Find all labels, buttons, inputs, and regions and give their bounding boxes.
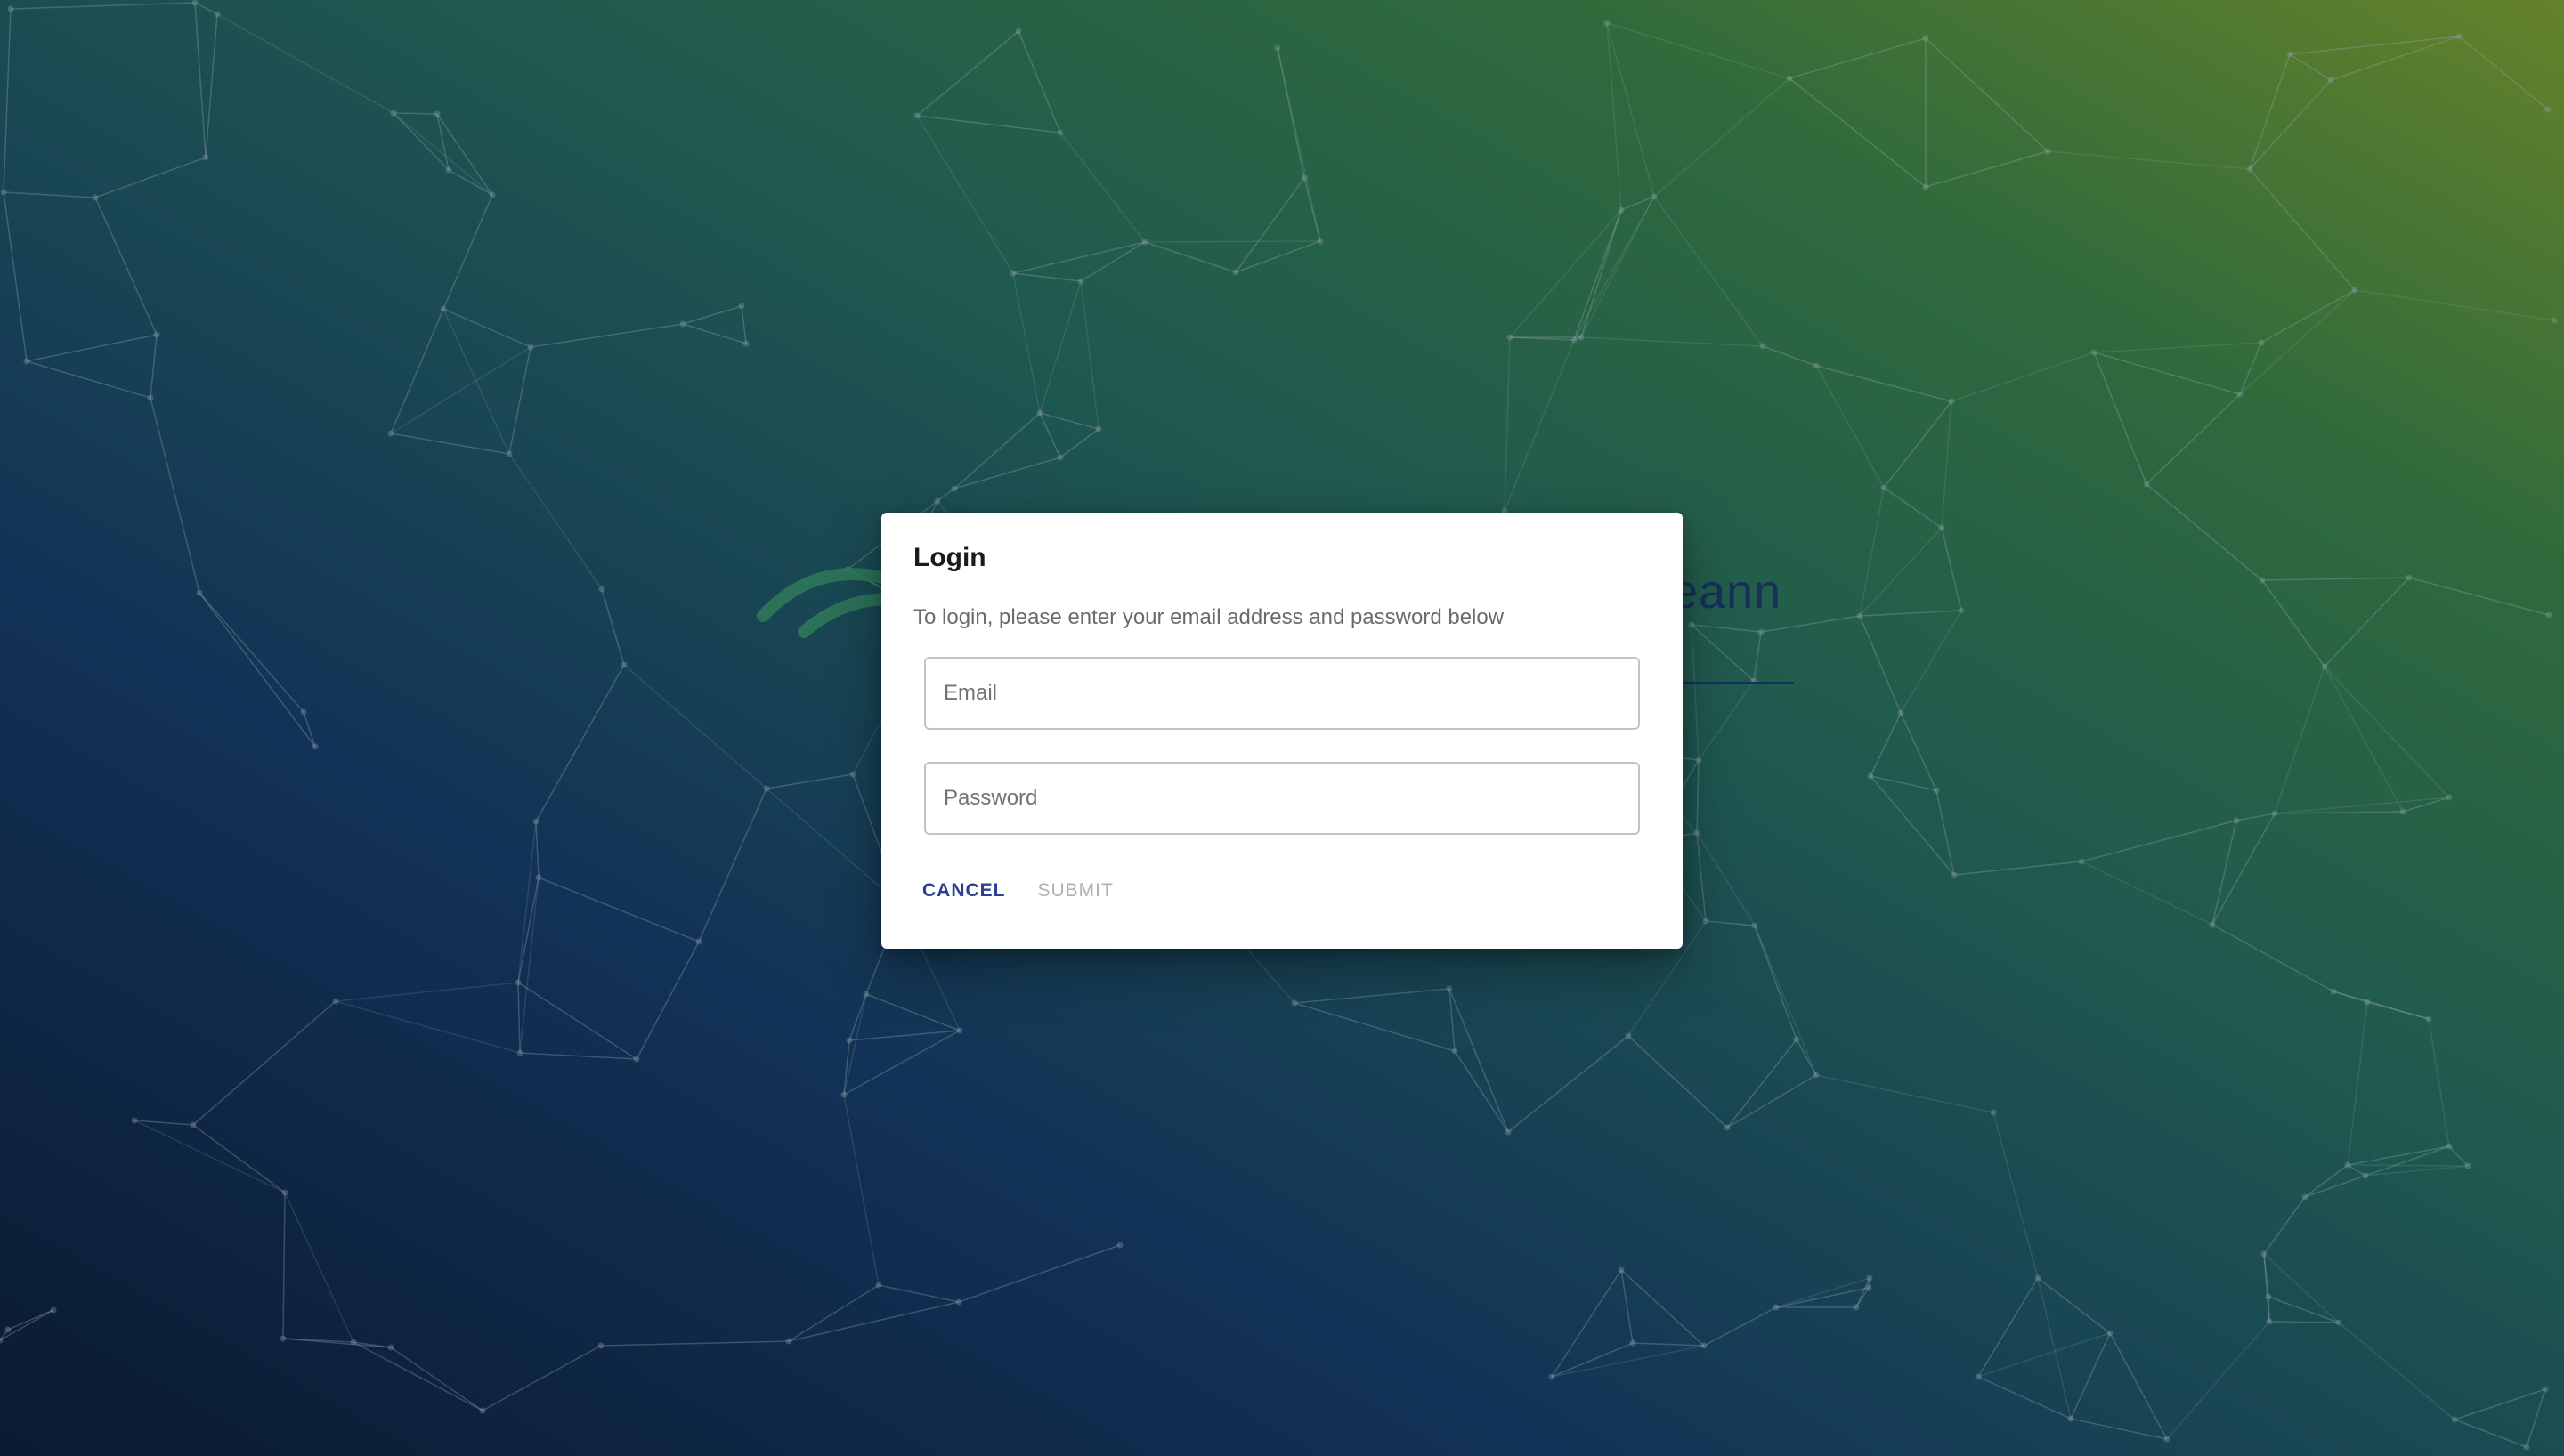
password-input[interactable] bbox=[926, 764, 1638, 833]
dialog-actions: CANCEL SUBMIT bbox=[913, 869, 1137, 913]
email-input[interactable] bbox=[926, 659, 1638, 728]
dialog-title: Login bbox=[913, 543, 986, 572]
password-field[interactable] bbox=[924, 762, 1640, 835]
submit-button[interactable]: SUBMIT bbox=[1029, 871, 1123, 910]
login-dialog: Login To login, please enter your email … bbox=[881, 513, 1683, 949]
cancel-button[interactable]: CANCEL bbox=[913, 871, 1015, 910]
dialog-description: To login, please enter your email addres… bbox=[913, 605, 1505, 629]
email-field[interactable] bbox=[924, 657, 1640, 730]
